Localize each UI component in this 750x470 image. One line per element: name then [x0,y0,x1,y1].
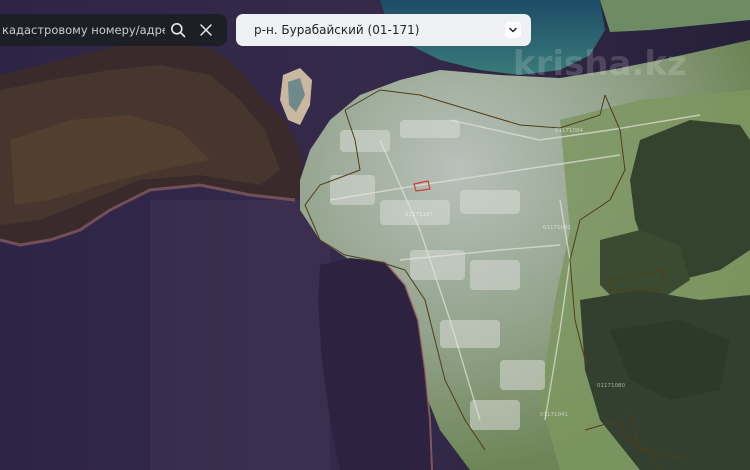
watermark: krisha.kz [513,44,687,84]
district-select[interactable]: р-н. Бурабайский (01-171) [236,14,531,46]
close-icon [200,24,212,36]
search-button[interactable] [165,14,191,46]
parcel-label: 01171041 [543,225,571,231]
clear-search-button[interactable] [193,14,219,46]
district-select-toggle[interactable] [505,22,521,38]
district-select-value: р-н. Бурабайский (01-171) [254,23,420,37]
search-box [0,14,227,46]
parcel-label: 01171080 [597,383,625,389]
search-input[interactable] [2,14,165,46]
chevron-down-icon [509,27,517,33]
parcel-label: 01171041 [540,412,568,418]
parcel-label: 01171187 [405,212,433,218]
parcel-label: 01171084 [555,128,583,134]
search-icon [171,23,186,38]
